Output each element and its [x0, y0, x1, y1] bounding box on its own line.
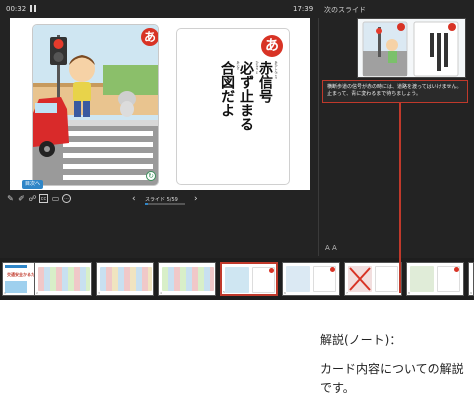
pane-divider[interactable] — [318, 18, 319, 256]
thumbnail-number: 4 — [160, 291, 162, 295]
thumb-badge — [454, 267, 459, 272]
slide-progress-fill — [145, 203, 149, 205]
thumb-image — [5, 281, 27, 293]
camera-icon[interactable]: ▭ — [51, 194, 60, 203]
ruby-2: かなら と — [255, 61, 259, 74]
thumbnail-9-partial[interactable]: 9 — [468, 262, 474, 296]
thumbnail-number: 3 — [98, 291, 100, 295]
thumb-title-bar — [5, 265, 27, 268]
pen-icon[interactable]: ✎ — [6, 194, 15, 203]
slide-progress-bar[interactable] — [145, 203, 185, 205]
next-slide-icon[interactable]: › — [194, 194, 198, 205]
thumbnail-number: 7 — [346, 291, 348, 295]
elapsed-timer: 00:32 — [6, 5, 27, 13]
thumbnail-4[interactable]: 4 — [158, 262, 216, 296]
top-bar: 00:32 17:39 次のスライド — [0, 0, 474, 18]
thumbnail-number: 5 — [223, 290, 225, 294]
thumb-badge — [269, 268, 274, 273]
thumbnail-2[interactable]: 2 — [34, 262, 92, 296]
thumbnail-5-current[interactable]: 5 — [220, 262, 278, 296]
thumb-grid — [162, 267, 214, 291]
thumb-image — [225, 267, 249, 293]
thumb-image — [286, 266, 310, 292]
next-arrow-icon[interactable]: ↻ — [146, 171, 156, 181]
slide-counter: スライド 5/59 — [145, 197, 178, 203]
card-letter-badge: あ — [141, 28, 158, 46]
thumbnail-number: 6 — [284, 291, 286, 295]
speaker-notes[interactable]: 横断歩道の信号が赤の時には、道路を渡ってはいけません。止まって、青に変わるまで待… — [322, 80, 468, 103]
illustration-card: あ ↻ — [32, 24, 159, 186]
slide-navigation: ‹ スライド 5/59 › — [132, 194, 212, 206]
more-icon[interactable]: ··· — [62, 194, 71, 203]
crosswalk-illustration — [33, 25, 158, 185]
pointer-icon[interactable]: ☍ — [28, 194, 37, 203]
thumb-badge — [330, 267, 335, 272]
pause-icon[interactable] — [30, 5, 36, 12]
thumb-text — [375, 266, 398, 292]
thumbnail-3[interactable]: 3 — [96, 262, 154, 296]
text-card: あ 赤信号 必ず止まる 合図だよ あかしんごう かなら と あいず — [176, 28, 290, 185]
thumb-grid — [38, 267, 90, 291]
speaker-notes-text: 横断歩道の信号が赤の時には、道路を渡ってはいけません。止まって、青に変わるまで待… — [327, 84, 462, 97]
notes-font-size-controls[interactable]: A A — [325, 244, 337, 252]
slide-filmstrip: 交通安全かるた 1 2 3 4 5 6 7 8 9 — [0, 258, 474, 300]
thumbnail-7[interactable]: 7 — [344, 262, 402, 296]
title-line-1: 赤信号 — [257, 61, 273, 103]
presenter-view: 00:32 17:39 次のスライド あ ↻ あ 赤信号 必ず止まる 合図だよ … — [0, 0, 474, 300]
next-slide-label: 次のスライド — [324, 6, 366, 14]
subtitles-icon[interactable]: cc — [39, 194, 48, 203]
card-letter-badge-text: あ — [261, 35, 283, 57]
next-slide-illustration — [362, 21, 459, 77]
back-to-index-button[interactable]: 目次へ — [22, 180, 44, 189]
ruby-1: あかしんごう — [274, 61, 278, 79]
title-line-2: 必ず止まる — [238, 61, 254, 131]
caption-body: カード内容についての解説です。 — [320, 362, 464, 395]
laser-pointer-icon[interactable]: ✐ — [17, 194, 26, 203]
thumb-grid — [100, 267, 152, 291]
prev-slide-icon[interactable]: ‹ — [132, 194, 136, 205]
callout-line — [399, 102, 401, 293]
title-line-3: 合図だよ — [219, 61, 235, 117]
thumb-image — [410, 266, 434, 292]
thumbnail-1-title: 交通安全かるた — [7, 272, 35, 277]
thumbnail-8[interactable]: 8 — [406, 262, 464, 296]
x-icon — [349, 267, 371, 291]
thumbnail-number: 1 — [4, 291, 6, 295]
clock: 17:39 — [293, 5, 314, 13]
next-slide-preview[interactable] — [357, 18, 466, 78]
ruby-3: あいず — [236, 61, 240, 70]
caption-title: 解説(ノート)： — [320, 333, 402, 347]
current-slide[interactable]: あ ↻ あ 赤信号 必ず止まる 合図だよ あかしんごう かなら と あいず 目次… — [10, 18, 310, 190]
thumbnail-number: 8 — [408, 291, 410, 295]
thumbnail-number: 9 — [470, 291, 472, 295]
thumbnail-6[interactable]: 6 — [282, 262, 340, 296]
thumbnail-number: 2 — [36, 291, 38, 295]
